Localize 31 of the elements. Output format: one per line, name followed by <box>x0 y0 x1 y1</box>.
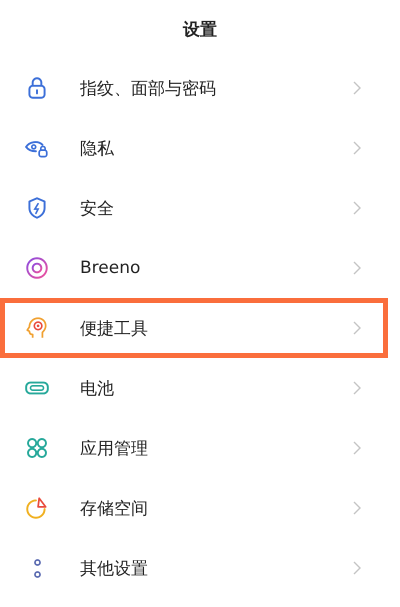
item-label: 隐私 <box>80 138 115 160</box>
chevron-icon <box>353 261 361 275</box>
chevron-icon <box>353 141 361 155</box>
chevron-icon <box>353 381 361 395</box>
chevron-icon <box>353 501 361 515</box>
settings-item[interactable]: 隐私 <box>0 118 388 178</box>
settings-item[interactable]: 安全 <box>0 178 388 238</box>
settings-item[interactable]: 指纹、面部与密码 <box>0 58 388 118</box>
settings-item[interactable]: 应用管理 <box>0 418 388 478</box>
vertical-dots-icon <box>34 558 40 578</box>
item-label: 其他设置 <box>80 558 149 580</box>
item-label: Breeno <box>80 258 142 278</box>
item-label: 指纹、面部与密码 <box>80 78 217 100</box>
ring-icon <box>24 255 50 281</box>
settings-item[interactable]: 其他设置 <box>0 538 388 598</box>
settings-item[interactable]: 便捷工具 <box>0 298 388 358</box>
chevron-icon <box>353 201 361 215</box>
item-label: 安全 <box>80 198 115 220</box>
settings-item[interactable]: 存储空间 <box>0 478 388 538</box>
item-label: 存储空间 <box>80 498 149 520</box>
item-label: 应用管理 <box>80 438 149 460</box>
chevron-icon <box>353 561 361 575</box>
item-label: 电池 <box>80 378 115 400</box>
four-circles-icon <box>24 435 50 461</box>
settings-item[interactable]: 电池 <box>0 358 388 418</box>
chevron-icon <box>353 441 361 455</box>
chevron-icon <box>353 81 361 95</box>
settings-item[interactable]: Breeno <box>0 238 388 298</box>
screen-title: 设置 <box>183 18 217 40</box>
chevron-icon <box>353 321 361 335</box>
item-label: 便捷工具 <box>80 318 149 340</box>
